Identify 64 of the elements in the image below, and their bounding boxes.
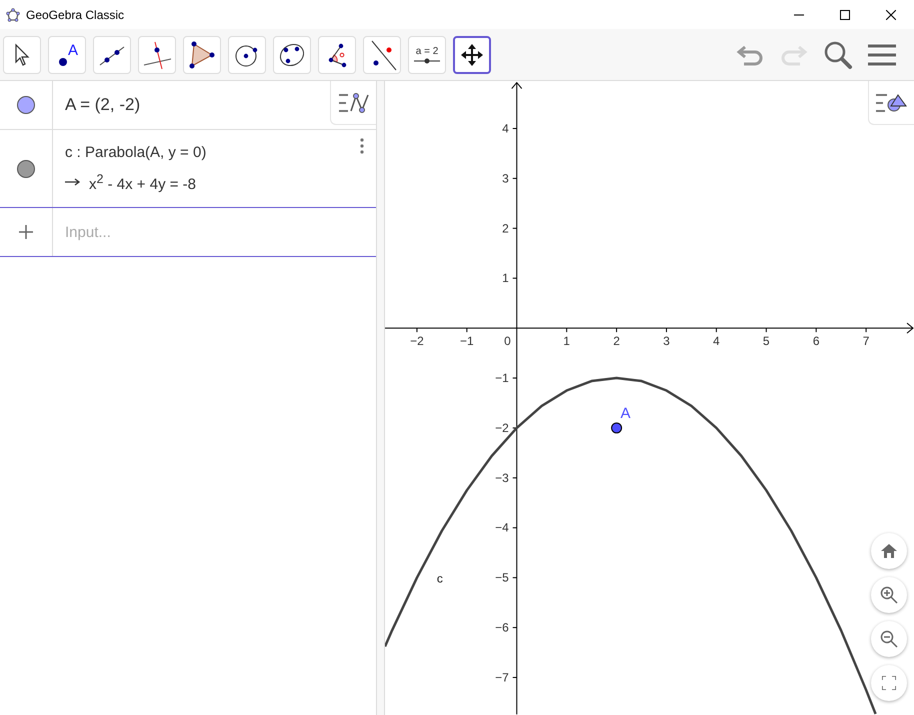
axis-tick-label: 3 <box>663 334 670 348</box>
maximize-icon <box>840 10 850 20</box>
visibility-toggle[interactable] <box>17 96 35 114</box>
axis-tick-label: 1 <box>563 334 570 348</box>
plus-icon <box>19 225 33 239</box>
input-field[interactable]: Input... <box>53 208 376 256</box>
axis-tick-label: 1 <box>502 271 509 286</box>
undo-icon <box>736 44 764 66</box>
axis-tick-label: −3 <box>495 470 509 485</box>
perpendicular-line-icon <box>142 40 172 70</box>
point-marker <box>611 422 622 434</box>
vertical-dots-icon <box>360 138 364 154</box>
triangle-icon <box>189 40 215 68</box>
axis-tick-label: −5 <box>495 570 509 585</box>
axis-tick-label: 2 <box>613 334 620 348</box>
home-icon <box>881 544 897 558</box>
curve-label: c <box>436 572 443 586</box>
axis-tick-label: 5 <box>762 334 770 348</box>
axis-tick-label: −1 <box>495 371 509 386</box>
home-button[interactable] <box>871 533 907 569</box>
tool-button[interactable]: A <box>48 36 86 74</box>
ellipse-icon <box>278 42 306 68</box>
zoom-out-icon <box>880 630 898 648</box>
axis-tick-label: −2 <box>495 420 509 435</box>
arrow-cursor-icon <box>14 42 30 66</box>
point-label: A <box>68 42 78 58</box>
zoom-in-button[interactable] <box>871 577 907 613</box>
window-title: GeoGebra Classic <box>26 8 126 22</box>
axis-tick-label: 3 <box>502 171 509 186</box>
axis-tick-label: 4 <box>502 122 509 136</box>
axis-tick-label: 6 <box>812 334 820 348</box>
axis-tick-label: 4 <box>713 334 720 348</box>
axis-tick-label: −4 <box>495 520 509 535</box>
arrow-right-icon <box>65 178 81 186</box>
axis-tick-label: −1 <box>460 334 474 348</box>
axis-tick-label: 2 <box>502 221 509 236</box>
tool-button[interactable] <box>453 36 491 74</box>
point-label: A <box>620 404 631 422</box>
pentagon-logo-icon <box>6 8 20 22</box>
graphics-style-button[interactable] <box>868 81 914 125</box>
algebra-value: x$^{2}$ - 4x + 4y = -8 <box>89 170 196 194</box>
close-icon <box>886 10 896 20</box>
zoom-out-button[interactable] <box>871 621 907 657</box>
point-icon <box>58 56 68 66</box>
search-icon <box>823 40 853 70</box>
algebra-definition[interactable]: A = (2, -2) <box>65 92 140 118</box>
list-graph-icon <box>338 92 370 114</box>
slider-icon <box>414 58 440 64</box>
algebra-definition[interactable]: c : Parabola(A, y = 0) <box>65 140 206 166</box>
axis-tick-label: −6 <box>495 620 509 635</box>
origin-label: 0 <box>504 334 511 348</box>
tool-button[interactable]: a = 2 <box>408 36 446 74</box>
move-arrows-icon <box>460 42 484 66</box>
axis-tick-label: 7 <box>862 334 870 348</box>
list-shapes-icon <box>874 92 908 114</box>
fullscreen-icon <box>882 676 896 690</box>
visibility-toggle[interactable] <box>17 160 35 178</box>
axis-tick-label: −2 <box>410 334 424 348</box>
zoom-in-icon <box>880 586 898 604</box>
menu-icon <box>868 42 896 66</box>
axis-tick-label: −7 <box>495 670 509 684</box>
redo-icon <box>780 44 808 66</box>
slider-value-label: a = 2 <box>416 46 438 58</box>
algebra-style-button[interactable] <box>330 81 376 125</box>
